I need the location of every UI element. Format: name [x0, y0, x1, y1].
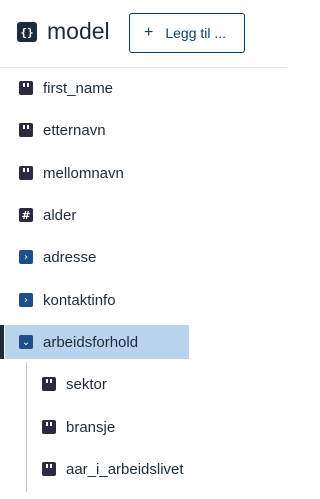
chevron-right-icon[interactable]: › [19, 293, 33, 307]
tree-item-kontaktinfo[interactable]: › kontaktinfo [0, 280, 270, 320]
tree-item-label: adresse [43, 248, 97, 266]
tree-item-aar-i-arbeidslivet[interactable]: aar_i_arbeidslivet [0, 449, 270, 489]
field-icon [42, 420, 56, 434]
tree-item-mellomnavn[interactable]: mellomnavn [0, 153, 270, 193]
tree-item-sektor[interactable]: sektor [0, 364, 270, 404]
plus-icon: + [144, 24, 154, 41]
page-title: model [47, 18, 110, 44]
chevron-right-icon[interactable]: › [19, 250, 33, 264]
tree-item-label: first_name [43, 79, 114, 97]
field-icon [42, 377, 56, 391]
tree-item-arbeidsforhold[interactable]: ⌄ arbeidsforhold [5, 325, 189, 359]
tree-item-label: alder [43, 206, 77, 224]
tree-item-label: sektor [66, 375, 107, 393]
tree-item-label: bransje [66, 418, 116, 436]
field-icon [42, 462, 56, 476]
tree-item-etternavn[interactable]: etternavn [0, 110, 270, 150]
chevron-down-icon[interactable]: ⌄ [19, 335, 33, 349]
number-icon: # [19, 208, 33, 222]
tree-item-bransje[interactable]: bransje [0, 407, 270, 447]
field-icon [19, 166, 33, 180]
tree-item-first-name[interactable]: first_name [0, 68, 270, 108]
tree-item-label: etternavn [43, 121, 106, 139]
add-item-button[interactable]: + Legg til ... [129, 13, 245, 53]
field-icon [19, 123, 33, 137]
tree-item-label: arbeidsforhold [43, 333, 139, 351]
selection-indicator [0, 325, 4, 359]
field-icon [19, 81, 33, 95]
tree-item-alder[interactable]: # alder [0, 195, 270, 235]
tree-item-adresse[interactable]: › adresse [0, 237, 270, 277]
curly-braces-icon: {} [17, 22, 37, 42]
model-header: {} model + Legg til ... [0, 0, 287, 70]
add-button-label: Legg til ... [165, 25, 227, 41]
tree-item-label: kontaktinfo [43, 291, 116, 309]
tree-item-label: mellomnavn [43, 164, 124, 182]
tree-item-label: aar_i_arbeidslivet [66, 460, 184, 478]
